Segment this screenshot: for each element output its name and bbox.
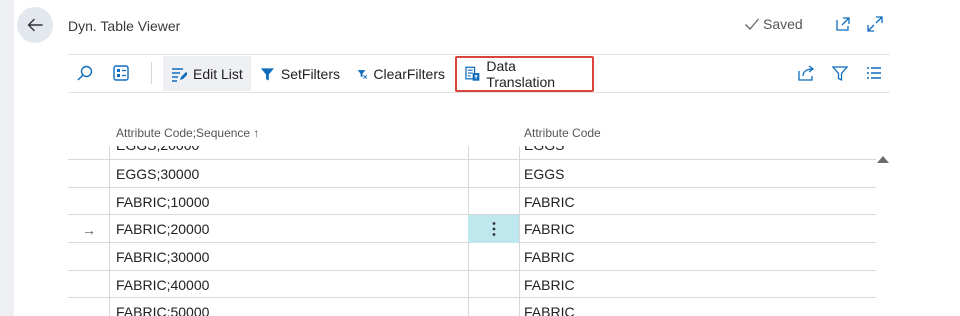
filter-icon: [260, 67, 274, 81]
back-button[interactable]: [17, 7, 53, 43]
cell-sequence: FABRIC;10000: [116, 194, 210, 210]
share-icon[interactable]: [796, 63, 816, 83]
cell-attribute-code: FABRIC: [524, 194, 575, 210]
filter-pane-icon[interactable]: [830, 63, 850, 83]
arrow-left-icon: [27, 18, 43, 32]
scroll-up-arrow[interactable]: [877, 156, 889, 163]
cell-sequence: FABRIC;50000: [116, 304, 210, 316]
cell-attribute-code: EGGS: [524, 166, 565, 182]
edit-list-icon: [172, 67, 187, 82]
edit-list-label: Edit List: [193, 65, 243, 82]
toolbar-separator: [151, 62, 152, 84]
cell-attribute-code: FABRIC: [524, 277, 575, 293]
table-row[interactable]: FABRIC;50000 FABRIC: [0, 298, 808, 316]
table-row-selected[interactable]: FABRIC;20000 FABRIC: [0, 215, 808, 243]
cell-sequence: EGGS;20000: [116, 146, 199, 159]
clear-filters-label: ClearFilters: [373, 65, 445, 82]
data-translation-button[interactable]: Data Translation: [457, 56, 592, 91]
toolbar-bottom-border: [68, 92, 890, 93]
open-in-new-window-icon[interactable]: [833, 14, 853, 34]
table-row[interactable]: FABRIC;30000 FABRIC: [0, 243, 808, 271]
list-view-icon[interactable]: [864, 63, 884, 83]
set-filters-label: SetFilters: [280, 65, 340, 82]
clear-filters-button[interactable]: ClearFilters: [349, 56, 453, 91]
cell-sequence: FABRIC;20000: [116, 221, 210, 237]
column-header-attribute-code[interactable]: Attribute Code: [524, 126, 601, 140]
data-translation-label: Data Translation: [486, 57, 556, 90]
checkmark-icon: [745, 18, 759, 30]
cell-sequence: FABRIC;40000: [116, 277, 210, 293]
view-layout-icon[interactable]: [111, 63, 131, 83]
search-icon[interactable]: [75, 63, 95, 83]
cell-sequence: EGGS;30000: [116, 166, 200, 182]
table-row[interactable]: FABRIC;10000 FABRIC: [0, 188, 808, 216]
table-row-partial[interactable]: EGGS;20000 EGGS: [68, 146, 876, 160]
translate-document-icon: [465, 66, 480, 81]
table-row[interactable]: EGGS;30000 EGGS: [0, 160, 808, 188]
cell-sequence: FABRIC;30000: [116, 249, 210, 265]
column-header-attribute-code-sequence[interactable]: Attribute Code;Sequence ↑: [116, 126, 259, 140]
expand-icon[interactable]: [865, 14, 885, 34]
saved-status: Saved: [744, 16, 803, 32]
cell-attribute-code: EGGS: [524, 146, 564, 159]
page-title: Dyn. Table Viewer: [68, 18, 181, 34]
clear-filter-icon: [357, 69, 368, 79]
set-filters-button[interactable]: SetFilters: [252, 56, 348, 91]
toolbar-top-border: [68, 54, 890, 55]
saved-label: Saved: [763, 16, 803, 32]
cell-attribute-code: FABRIC: [524, 221, 575, 237]
edit-list-button[interactable]: Edit List: [163, 56, 251, 91]
table-row[interactable]: FABRIC;40000 FABRIC: [0, 271, 808, 299]
cell-attribute-code: FABRIC: [524, 304, 575, 316]
cell-attribute-code: FABRIC: [524, 249, 575, 265]
